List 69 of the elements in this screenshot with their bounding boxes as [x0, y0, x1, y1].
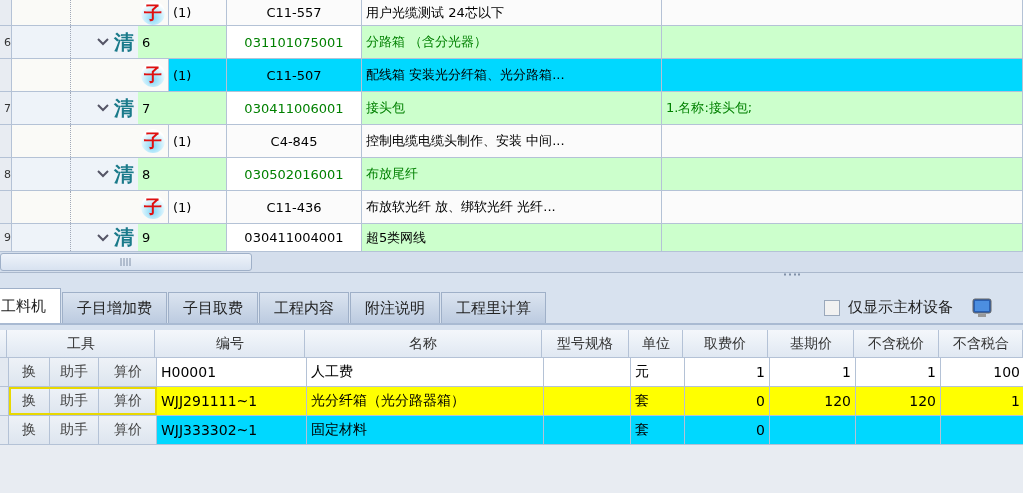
- row-header: 9: [0, 224, 12, 251]
- monitor-icon[interactable]: [971, 296, 993, 319]
- code-cell: C11-507: [227, 59, 362, 91]
- tool-button[interactable]: 助手: [50, 387, 99, 415]
- name-cell: 布放尾纤: [362, 158, 662, 190]
- row-header: [0, 387, 9, 415]
- code-cell: 031101075001: [227, 26, 362, 58]
- index-cell: 9: [138, 224, 227, 251]
- index-cell: 6: [138, 26, 227, 58]
- item-label: 清: [114, 224, 134, 251]
- tool-button[interactable]: 换: [9, 358, 50, 386]
- row-header: 7: [0, 92, 12, 124]
- column-header: 型号规格: [542, 330, 629, 358]
- column-header: 不含税价: [854, 330, 939, 358]
- name-cell: 超5类网线: [362, 224, 662, 251]
- sub-item-icon: 子: [141, 63, 165, 87]
- name-cell: 接头包: [362, 92, 662, 124]
- column-header: 名称: [305, 330, 542, 358]
- grip-icon: [120, 258, 132, 266]
- scrollbar-thumb[interactable]: [0, 253, 252, 271]
- tool-button[interactable]: 换: [9, 416, 50, 444]
- tab[interactable]: 工程里计算: [441, 292, 546, 323]
- checkbox-label: 仅显示主材设备: [848, 298, 953, 317]
- splitter-grip-icon[interactable]: [782, 273, 801, 276]
- chevron-icon[interactable]: [96, 103, 110, 113]
- chevron-icon[interactable]: [96, 37, 110, 47]
- code-cell: 030411006001: [227, 92, 362, 124]
- row-header: 6: [0, 26, 12, 58]
- tool-button[interactable]: 换: [9, 387, 50, 415]
- index-cell: 8: [138, 158, 227, 190]
- checkbox[interactable]: [824, 299, 840, 316]
- name-cell: 配线箱 安装光分纤箱、光分路箱...: [362, 59, 662, 91]
- table-row[interactable]: 换 助手 算价 WJJ333302~1 固定材料 套 0: [0, 416, 1023, 445]
- tool-button[interactable]: 算价: [99, 416, 157, 444]
- tab[interactable]: 附注说明: [350, 292, 440, 323]
- chevron-icon[interactable]: [96, 232, 110, 243]
- tab[interactable]: 工程内容: [259, 292, 349, 323]
- corner-header: [0, 330, 7, 358]
- column-header: 单位: [629, 330, 683, 358]
- table-row[interactable]: 换 助手 算价 H00001 人工费 元 1 1 1 100: [0, 358, 1023, 387]
- code-cell: 030411004001: [227, 224, 362, 251]
- row-header: [0, 416, 9, 444]
- column-header: 不含税合: [939, 330, 1023, 358]
- table-row[interactable]: 换 助手 算价 WJJ291111~1 光分纤箱（光分路器箱） 套 0 120 120 1: [0, 387, 1023, 416]
- sub-item-icon: 子: [141, 0, 165, 25]
- tools-header: 工具: [7, 330, 155, 358]
- column-header: 基期价: [768, 330, 854, 358]
- item-label: 清: [114, 28, 134, 56]
- description-cell: 1.名称:接头包;: [662, 92, 1023, 124]
- row-header: [0, 358, 9, 386]
- name-cell: 分路箱 （含分光器）: [362, 26, 662, 58]
- sub-item-icon: 子: [141, 195, 165, 219]
- code-cell: 030502016001: [227, 158, 362, 190]
- index-cell: (1): [169, 59, 227, 91]
- column-header: 取费价: [683, 330, 768, 358]
- item-label: 清: [114, 160, 134, 188]
- tool-button[interactable]: 助手: [50, 358, 99, 386]
- tool-button[interactable]: 算价: [99, 358, 157, 386]
- row-header: 8: [0, 158, 12, 190]
- tab[interactable]: 子目增加费: [62, 292, 167, 323]
- tab[interactable]: 工料机: [0, 288, 61, 323]
- sub-item-icon: 子: [141, 129, 165, 153]
- tool-button[interactable]: 算价: [99, 387, 157, 415]
- tab[interactable]: 子目取费: [168, 292, 258, 323]
- index-cell: 7: [138, 92, 227, 124]
- column-header: 编号: [155, 330, 305, 358]
- chevron-icon[interactable]: [96, 169, 110, 179]
- item-label: 清: [114, 94, 134, 122]
- tool-button[interactable]: 助手: [50, 416, 99, 444]
